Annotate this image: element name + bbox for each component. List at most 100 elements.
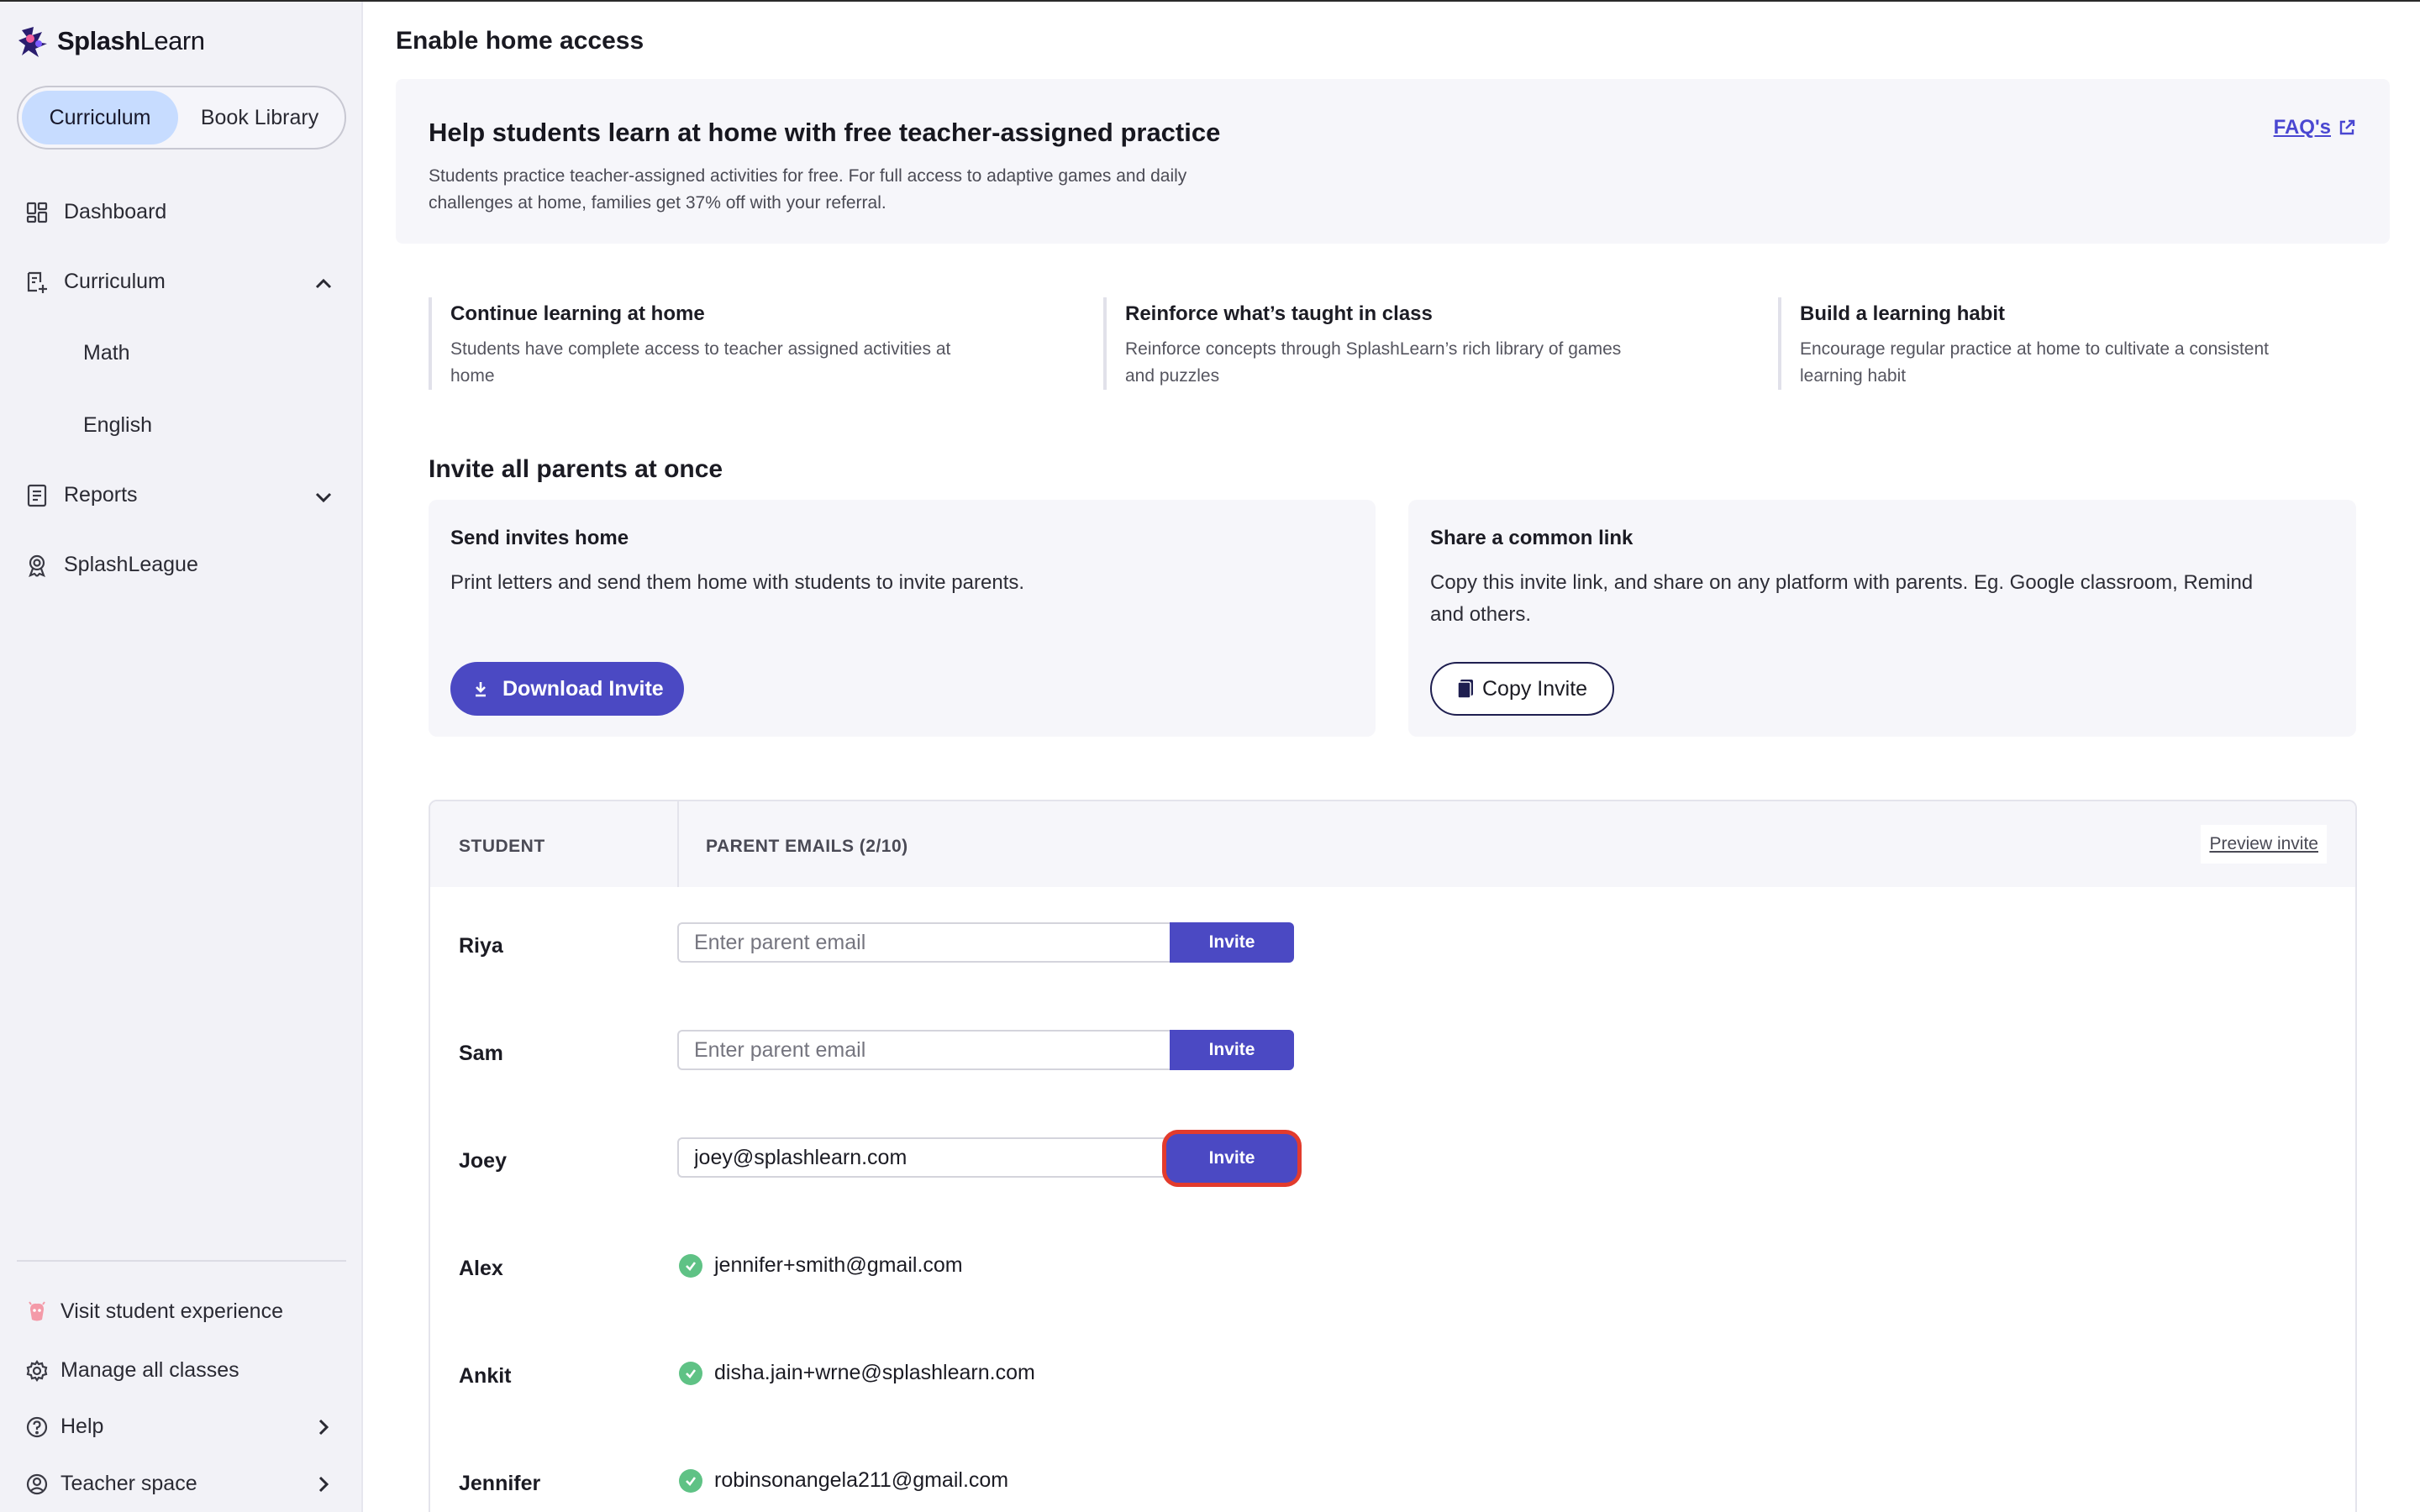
table-row: Joey Invite (430, 1134, 2355, 1188)
table-row: Sam Invite (430, 1030, 2355, 1080)
share-link-card: Share a common link Copy this invite lin… (1408, 500, 2356, 737)
sidebar-item-splashleague[interactable]: SplashLeague (25, 553, 198, 577)
page-title: Enable home access (396, 27, 644, 55)
card-title: Share a common link (1430, 527, 1634, 549)
student-name: Sam (459, 1042, 503, 1065)
table-row: Alex jennifer+smith@gmail.com (430, 1245, 2355, 1295)
visit-student-experience-link[interactable]: Visit student experience (25, 1299, 283, 1324)
chevron-right-icon[interactable] (311, 1472, 336, 1497)
student-name: Alex (459, 1257, 503, 1280)
invite-button-highlighted[interactable]: Invite (1166, 1134, 1297, 1183)
student-name: Jennifer (459, 1472, 541, 1495)
card-title: Send invites home (450, 527, 629, 549)
hero-description: Students practice teacher-assigned activ… (429, 166, 1187, 213)
manage-all-classes-link[interactable]: Manage all classes (25, 1358, 239, 1383)
chevron-right-icon[interactable] (311, 1415, 336, 1440)
splashlearn-logo-icon (18, 27, 47, 57)
hero-banner: Help students learn at home with free te… (396, 79, 2390, 244)
sidebar-subitem-math[interactable]: Math (83, 341, 130, 365)
toggle-book-library[interactable]: Book Library (178, 91, 341, 144)
download-icon (476, 682, 486, 697)
help-icon (25, 1415, 49, 1439)
sidebar-bottom-label: Teacher space (60, 1472, 197, 1495)
sidebar: SplashLearn Curriculum Book Library Dash… (0, 2, 363, 1512)
invited-email-text: jennifer+smith@gmail.com (714, 1253, 963, 1277)
curriculum-library-toggle: Curriculum Book Library (17, 86, 346, 150)
parent-email-input[interactable] (677, 922, 1170, 963)
copy-invite-label: Copy Invite (1482, 676, 1588, 701)
check-circle-icon (679, 1468, 702, 1493)
benefit-description: Encourage regular practice at home to cu… (1800, 336, 2269, 390)
benefit-title: Reinforce what’s taught in class (1125, 302, 1433, 325)
sidebar-item-reports[interactable]: Reports (25, 483, 138, 507)
copy-invite-button[interactable]: Copy Invite (1430, 662, 1615, 716)
benefit-continue-learning: Continue learning at home Students have … (429, 297, 950, 390)
benefit-learning-habit: Build a learning habit Encourage regular… (1778, 297, 2269, 390)
table-row: Riya Invite (430, 922, 2355, 973)
benefit-title: Build a learning habit (1800, 302, 2006, 325)
invited-email: robinsonangela211@gmail.com (679, 1468, 1008, 1493)
benefit-desc-line: Students have complete access to teacher… (450, 339, 951, 359)
invited-email-text: robinsonangela211@gmail.com (714, 1468, 1009, 1492)
invited-email-text: disha.jain+wrne@splashlearn.com (714, 1361, 1035, 1384)
invite-section-title: Invite all parents at once (429, 455, 723, 483)
reports-icon (25, 484, 49, 507)
benefit-reinforce: Reinforce what’s taught in class Reinfor… (1103, 297, 1621, 390)
benefit-desc-line: learning habit (1800, 366, 1907, 386)
column-header-parent-emails: PARENT EMAILS (2/10) (706, 837, 908, 856)
sidebar-item-label: Curriculum (64, 270, 166, 293)
download-invite-button[interactable]: Download Invite (450, 662, 684, 716)
chevron-down-icon[interactable] (311, 485, 336, 510)
invite-button[interactable]: Invite (1170, 1030, 1294, 1070)
benefit-title: Continue learning at home (450, 302, 705, 325)
sidebar-item-label: SplashLeague (64, 553, 198, 576)
curriculum-icon (25, 270, 49, 294)
toggle-curriculum[interactable]: Curriculum (22, 91, 179, 144)
brand-name: SplashLearn (57, 26, 205, 55)
sidebar-divider (17, 1260, 346, 1262)
invited-email: jennifer+smith@gmail.com (679, 1253, 963, 1278)
sidebar-item-curriculum[interactable]: Curriculum (25, 270, 338, 294)
benefit-desc-line: and puzzles (1125, 366, 1220, 386)
gear-icon (25, 1359, 49, 1383)
student-name: Riya (459, 934, 503, 958)
column-header-student: STUDENT (459, 837, 545, 856)
send-invites-card: Send invites home Print letters and send… (429, 500, 1376, 737)
invite-button[interactable]: Invite (1170, 922, 1294, 963)
benefit-desc-line: Encourage regular practice at home to cu… (1800, 339, 2269, 359)
sidebar-bottom-label: Help (60, 1415, 104, 1438)
help-link[interactable]: Help (25, 1415, 103, 1439)
card-desc-line: Copy this invite link, and share on any … (1430, 571, 2254, 594)
parent-email-input[interactable] (677, 1137, 1170, 1178)
splashlearn-logo[interactable]: SplashLearn (17, 24, 205, 59)
sidebar-item-label: Reports (64, 483, 138, 507)
parent-email-input[interactable] (677, 1030, 1170, 1070)
card-description: Copy this invite link, and share on any … (1430, 567, 2253, 631)
sidebar-bottom-label: Manage all classes (60, 1358, 239, 1382)
league-icon (25, 554, 49, 577)
header-divider (677, 801, 679, 887)
sidebar-item-dashboard[interactable]: Dashboard (25, 200, 166, 224)
teacher-icon (25, 1473, 49, 1496)
student-name: Joey (459, 1149, 507, 1173)
benefit-desc-line: home (450, 366, 495, 386)
faq-label: FAQ's (2273, 116, 2331, 139)
download-invite-label: Download Invite (502, 676, 664, 701)
sidebar-item-label: Dashboard (64, 200, 167, 223)
student-experience-icon (25, 1300, 49, 1324)
teacher-space-link[interactable]: Teacher space (25, 1472, 197, 1496)
table-row: Ankit disha.jain+wrne@splashlearn.com (430, 1352, 2355, 1403)
parent-emails-table: STUDENT PARENT EMAILS (2/10) Preview inv… (429, 800, 2357, 1512)
table-row: Jennifer robinsonangela211@gmail.com (430, 1460, 2355, 1510)
faq-link[interactable]: FAQ's (2274, 116, 2356, 139)
table-header: STUDENT PARENT EMAILS (2/10) Preview inv… (430, 801, 2355, 887)
hero-title: Help students learn at home with free te… (429, 118, 1221, 147)
sidebar-subitem-english[interactable]: English (83, 413, 152, 438)
preview-invite-link[interactable]: Preview invite (2201, 825, 2327, 864)
dashboard-icon (25, 201, 49, 224)
chevron-up-icon[interactable] (311, 271, 336, 297)
student-name: Ankit (459, 1364, 512, 1388)
invited-email: disha.jain+wrne@splashlearn.com (679, 1361, 1035, 1385)
sidebar-bottom-label: Visit student experience (60, 1299, 283, 1323)
check-circle-icon (679, 1253, 702, 1278)
